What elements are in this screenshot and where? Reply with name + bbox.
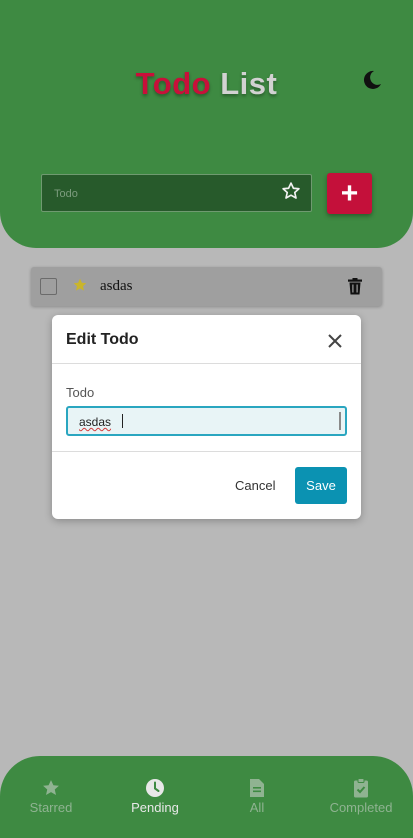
nav-item-completed[interactable]: Completed <box>316 778 406 815</box>
plus-icon: + <box>340 176 359 210</box>
app-header: Todo List Todo + <box>0 0 413 248</box>
nav-label-completed: Completed <box>329 800 393 815</box>
modal-footer-divider <box>52 451 361 452</box>
document-icon <box>212 778 302 800</box>
todo-field-label: Todo <box>66 385 95 400</box>
nav-label-pending: Pending <box>131 800 179 815</box>
edit-todo-value: asdas <box>79 415 112 429</box>
nav-label-all: All <box>249 800 265 815</box>
star-toggle-button[interactable] <box>271 175 311 211</box>
nav-item-pending[interactable]: Pending <box>110 778 200 815</box>
trash-icon[interactable] <box>347 278 363 300</box>
cancel-button[interactable]: Cancel <box>235 478 275 493</box>
starred-icon[interactable] <box>72 277 88 298</box>
todo-item[interactable]: asdas <box>31 267 382 306</box>
edit-todo-modal: Edit Todo Todo asdas Cancel Save <box>52 315 361 519</box>
moon-icon[interactable] <box>361 69 383 91</box>
clock-icon <box>110 778 200 800</box>
todo-checkbox[interactable] <box>40 278 57 295</box>
modal-title: Edit Todo <box>66 331 139 348</box>
page-title: Todo List <box>0 66 413 102</box>
close-icon[interactable] <box>328 334 342 353</box>
modal-header-divider <box>52 363 361 364</box>
new-todo-placeholder: Todo <box>54 188 78 200</box>
save-button[interactable]: Save <box>295 467 347 504</box>
bottom-nav: Starred Pending All Completed <box>0 756 413 838</box>
new-todo-input[interactable]: Todo <box>41 174 312 212</box>
title-word-list: List <box>220 66 278 101</box>
star-icon <box>6 778 96 800</box>
nav-item-starred[interactable]: Starred <box>6 778 96 815</box>
nav-label-starred: Starred <box>29 800 73 815</box>
text-cursor <box>122 414 123 428</box>
input-scrollbar <box>339 412 341 430</box>
nav-item-all[interactable]: All <box>212 778 302 815</box>
add-todo-button[interactable]: + <box>327 173 372 214</box>
star-outline-icon <box>281 181 301 206</box>
edit-todo-input[interactable]: asdas <box>66 406 347 436</box>
todo-text: asdas <box>100 278 133 294</box>
title-word-todo: Todo <box>135 66 212 101</box>
clipboard-check-icon <box>316 778 406 800</box>
